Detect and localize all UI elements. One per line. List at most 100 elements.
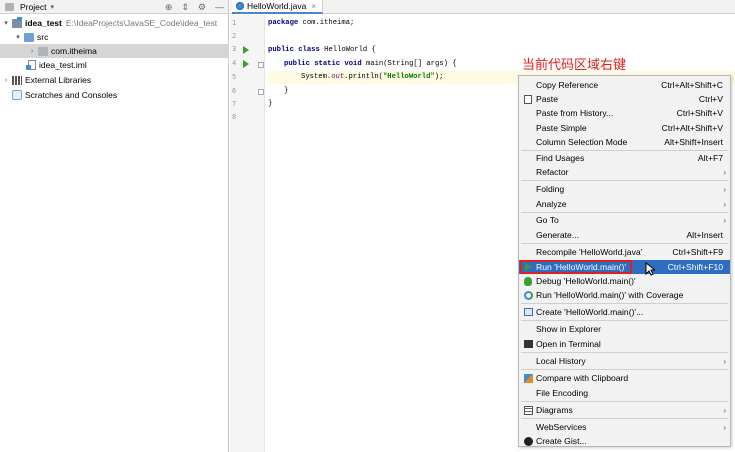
java-class-icon	[236, 2, 244, 10]
menu-item-paste-from-history[interactable]: Paste from History... Ctrl+Shift+V	[519, 106, 730, 120]
menu-item-label: Show in Explorer	[536, 324, 601, 334]
fold-icon[interactable]	[258, 62, 264, 68]
scratches-icon	[12, 90, 22, 100]
menu-item-shortcut: Alt+F7	[697, 153, 723, 163]
editor-tab-bar: HelloWorld.java ×	[230, 0, 735, 14]
line-number: 4	[232, 59, 237, 67]
menu-item-webservices[interactable]: WebServices ›	[519, 420, 730, 434]
menu-item-create-config[interactable]: Create 'HelloWorld.main()'...	[519, 305, 730, 319]
compare-icon	[523, 373, 533, 383]
code-text: main(String[] args) {	[361, 60, 457, 68]
tree-item-idea-test[interactable]: ▾ idea_test E:\IdeaProjects\JavaSE_Code\…	[2, 16, 217, 30]
menu-separator	[521, 303, 728, 304]
menu-item-shortcut: Ctrl+Shift+F10	[667, 262, 723, 272]
menu-separator	[521, 418, 728, 419]
chevron-right-icon: ›	[723, 184, 726, 194]
menu-item-label: Local History	[536, 356, 586, 366]
fold-icon[interactable]	[258, 89, 264, 95]
code-text: System.	[301, 73, 332, 81]
menu-item-run-with-coverage[interactable]: Run 'HelloWorld.main()' with Coverage	[519, 288, 730, 302]
code-string: "HelloWorld"	[382, 73, 435, 81]
menu-item-label: Diagrams	[536, 405, 573, 415]
menu-item-label: Paste Simple	[536, 123, 587, 133]
project-panel-title[interactable]: Project	[20, 2, 46, 12]
tree-item-label: Scratches and Consoles	[25, 90, 118, 100]
menu-item-shortcut: Ctrl+Shift+V	[676, 108, 723, 118]
chevron-down-icon[interactable]: ▾	[2, 19, 10, 27]
code-text: );	[434, 73, 444, 81]
menu-item-refactor[interactable]: Refactor ›	[519, 165, 730, 179]
module-icon	[12, 16, 22, 28]
menu-item-paste-simple[interactable]: Paste Simple Ctrl+Alt+Shift+V	[519, 121, 730, 135]
menu-item-generate[interactable]: Generate... Alt+Insert	[519, 228, 730, 242]
tree-item-label: com.itheima	[51, 46, 97, 56]
iml-file-icon	[26, 60, 36, 70]
chevron-right-icon: ›	[723, 356, 726, 366]
github-icon	[523, 436, 533, 446]
tree-item-src[interactable]: ▾ src	[14, 30, 48, 44]
menu-separator	[521, 243, 728, 244]
tab-helloworld-java[interactable]: HelloWorld.java ×	[232, 0, 324, 14]
editor-gutter[interactable]: 1 2 3 4 5 6 7 8	[230, 15, 265, 452]
menu-item-label: Find Usages	[536, 153, 585, 163]
menu-item-label: Create 'HelloWorld.main()'...	[536, 307, 644, 317]
tree-item-iml[interactable]: idea_test.iml	[26, 58, 87, 72]
menu-item-go-to[interactable]: Go To ›	[519, 213, 730, 227]
code-keyword: public class	[268, 46, 320, 54]
tree-item-scratches[interactable]: Scratches and Consoles	[10, 88, 117, 102]
code-line-7: }	[268, 98, 272, 111]
code-line-4: public static void main(String[] args) {	[284, 58, 457, 71]
tree-item-com-itheima[interactable]: › com.itheima	[0, 44, 229, 58]
code-line-6: }	[284, 85, 288, 98]
menu-item-label: Folding	[536, 184, 565, 194]
menu-item-open-in-terminal[interactable]: Open in Terminal	[519, 337, 730, 351]
locate-icon[interactable]: ⊕	[165, 1, 173, 13]
menu-item-create-gist[interactable]: Create Gist...	[519, 434, 730, 448]
menu-item-analyze[interactable]: Analyze ›	[519, 197, 730, 211]
project-tool-window: Project ▾ ⊕ ⇕ ⚙ — ▾ idea_test E:\IdeaPro…	[0, 0, 229, 452]
collapse-all-icon[interactable]: ⇕	[181, 1, 189, 13]
menu-item-copy-reference[interactable]: Copy Reference Ctrl+Alt+Shift+C	[519, 78, 730, 92]
chevron-down-icon[interactable]: ▾	[14, 33, 22, 41]
menu-item-file-encoding[interactable]: File Encoding	[519, 386, 730, 400]
line-number: 5	[232, 73, 237, 81]
menu-item-debug-main[interactable]: Debug 'HelloWorld.main()'	[519, 274, 730, 288]
hide-icon[interactable]: —	[215, 1, 224, 13]
line-number: 3	[232, 45, 237, 53]
run-gutter-icon[interactable]	[243, 60, 249, 68]
menu-item-compare-with-clipboard[interactable]: Compare with Clipboard	[519, 371, 730, 385]
editor-context-menu: Copy Reference Ctrl+Alt+Shift+C Paste Ctrl…	[518, 75, 731, 447]
menu-item-label: File Encoding	[536, 388, 589, 398]
menu-separator	[521, 352, 728, 353]
menu-separator	[521, 320, 728, 321]
menu-item-label: Generate...	[536, 230, 579, 240]
tree-item-external-libraries[interactable]: › External Libraries	[2, 73, 91, 87]
gear-icon[interactable]: ⚙	[198, 1, 206, 13]
code-line-1: package com.itheima;	[268, 17, 354, 30]
menu-item-label: Run 'HelloWorld.main()' with Coverage	[536, 290, 684, 300]
close-icon[interactable]: ×	[311, 2, 316, 11]
package-icon	[38, 46, 48, 56]
menu-item-find-usages[interactable]: Find Usages Alt+F7	[519, 151, 730, 165]
menu-item-diagrams[interactable]: Diagrams ›	[519, 403, 730, 417]
menu-item-label: Compare with Clipboard	[536, 373, 629, 383]
menu-item-recompile[interactable]: Recompile 'HelloWorld.java' Ctrl+Shift+F9	[519, 245, 730, 259]
menu-separator	[521, 180, 728, 181]
menu-item-local-history[interactable]: Local History ›	[519, 354, 730, 368]
code-keyword: package	[268, 19, 299, 27]
code-keyword: public static void	[284, 60, 362, 68]
library-icon	[12, 75, 22, 85]
chevron-right-icon[interactable]: ›	[28, 48, 36, 55]
menu-item-paste[interactable]: Paste Ctrl+V	[519, 92, 730, 106]
chevron-right-icon: ›	[723, 167, 726, 177]
line-number: 1	[232, 19, 237, 27]
highlight-box	[520, 260, 632, 274]
menu-item-column-selection-mode[interactable]: Column Selection Mode Alt+Shift+Insert	[519, 135, 730, 149]
menu-item-folding[interactable]: Folding ›	[519, 182, 730, 196]
run-gutter-icon[interactable]	[243, 46, 249, 54]
chevron-right-icon[interactable]: ›	[2, 77, 10, 84]
create-config-icon	[523, 308, 533, 316]
chevron-down-icon[interactable]: ▾	[50, 3, 54, 11]
menu-item-show-in-explorer[interactable]: Show in Explorer	[519, 322, 730, 336]
terminal-icon	[523, 340, 533, 348]
